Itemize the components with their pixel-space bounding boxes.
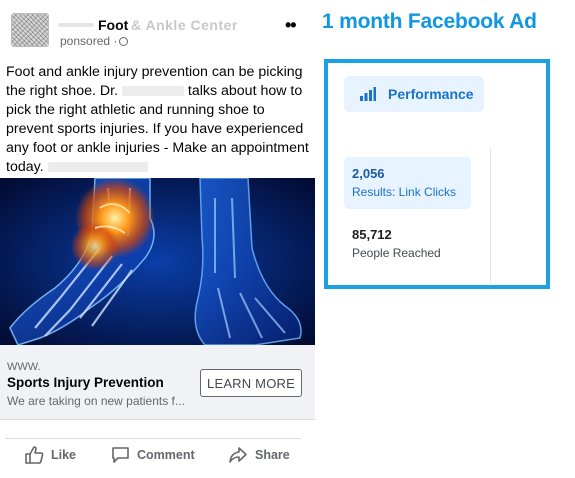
comment-label: Comment	[137, 448, 195, 462]
page-name[interactable]: Foot	[58, 17, 128, 33]
page-name-tail: & Ankle Center	[131, 17, 238, 33]
link-title[interactable]: Sports Injury Prevention	[7, 375, 164, 390]
metric-people-reached-label: People Reached	[352, 246, 441, 260]
page-avatar[interactable]	[11, 13, 49, 47]
panel-divider	[490, 147, 491, 282]
metric-people-reached-value: 85,712	[352, 227, 392, 242]
metric-value: 2,056	[352, 166, 385, 181]
bar-chart-icon	[360, 87, 376, 101]
comment-button[interactable]: Comment	[111, 444, 195, 466]
share-button[interactable]: Share	[228, 444, 290, 466]
metric-label: Results: Link Clicks	[352, 185, 457, 199]
like-button[interactable]: Like	[25, 444, 76, 466]
tab-performance[interactable]: Performance	[344, 76, 484, 112]
metric-link-clicks[interactable]: 2,056 Results: Link Clicks	[344, 157, 471, 209]
tab-performance-label: Performance	[388, 86, 474, 102]
comment-icon	[112, 447, 129, 463]
ad-image-foot-xray[interactable]	[0, 178, 315, 345]
ad-performance-panel: Performance 2,056 Results: Link Clicks 8…	[324, 59, 550, 289]
more-options-icon[interactable]: ••	[285, 16, 297, 34]
globe-icon	[119, 37, 129, 46]
share-icon	[229, 447, 247, 463]
ad-title: 1 month Facebook Ad	[322, 10, 537, 33]
sponsored-label: ponsored ·	[60, 34, 129, 48]
redacted-text	[47, 162, 148, 173]
link-description: We are taking on new patients f...	[7, 394, 185, 408]
actions-divider	[5, 438, 301, 439]
link-preview[interactable]: WWW. Sports Injury Prevention We are tak…	[0, 345, 315, 420]
facebook-post: Foot & Ankle Center ponsored · •• Foot a…	[0, 0, 316, 478]
post-text: Foot and ankle injury prevention can be …	[6, 64, 309, 175]
redacted-name	[121, 86, 184, 97]
learn-more-button[interactable]: LEARN MORE	[200, 369, 302, 397]
link-url: WWW.	[7, 361, 41, 373]
like-label: Like	[51, 448, 77, 462]
thumbs-up-icon	[25, 446, 44, 464]
share-label: Share	[255, 448, 290, 462]
